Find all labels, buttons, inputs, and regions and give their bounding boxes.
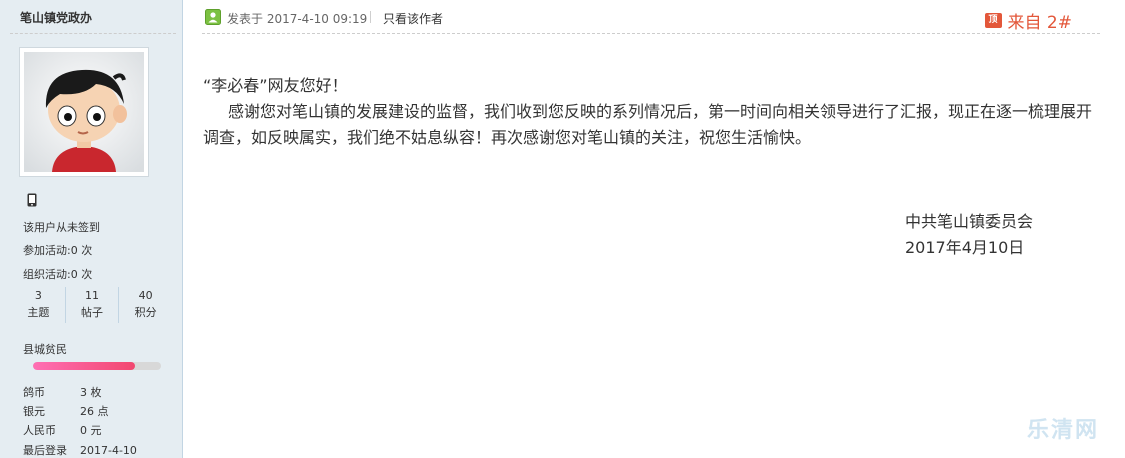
detail-value: 26 点 — [80, 405, 109, 418]
signature-date: 2017年4月10日 — [905, 238, 1025, 257]
online-status-icon — [205, 9, 221, 25]
user-panel: 笔山镇党政办 该用户从未签到 参加活动:0 次 组织活动:0 次 3 主题 11… — [0, 0, 183, 458]
activities-organized: 组织活动:0 次 — [23, 268, 93, 281]
stat-threads[interactable]: 3 主题 — [12, 287, 65, 323]
detail-value: 2017-4-10 — [80, 444, 137, 457]
rank-progress-bar — [33, 362, 161, 370]
stat-posts[interactable]: 11 帖子 — [64, 287, 119, 323]
signature-org: 中共笔山镇委员会 — [905, 212, 1034, 231]
stat-value: 11 — [85, 289, 99, 302]
post-greeting: “李必春”网友您好！ — [203, 76, 348, 95]
detail-key: 最后登录 — [23, 444, 67, 457]
divider — [202, 33, 1100, 34]
detail-value: 3 枚 — [80, 386, 102, 399]
stat-label: 主题 — [27, 306, 50, 319]
detail-value: 0 元 — [80, 424, 102, 437]
mobile-phone-icon[interactable] — [27, 193, 37, 207]
detail-row: 鸽币 3 枚 — [23, 384, 102, 400]
detail-row: 最后登录 2017-4-10 — [23, 442, 137, 458]
sign-status: 该用户从未签到 — [23, 221, 100, 234]
activities-joined: 参加活动:0 次 — [23, 244, 93, 257]
stat-points[interactable]: 40 积分 — [118, 287, 172, 323]
user-rank[interactable]: 县城贫民 — [23, 341, 67, 357]
stat-value: 40 — [138, 289, 153, 302]
view-author-only-link[interactable]: 只看该作者 — [383, 10, 443, 27]
detail-key: 人民币 — [23, 424, 56, 437]
divider — [10, 33, 176, 34]
stat-label: 积分 — [134, 306, 157, 319]
detail-row: 银元 26 点 — [23, 403, 109, 419]
avatar[interactable] — [19, 47, 149, 177]
detail-row: 人民币 0 元 — [23, 422, 102, 438]
site-watermark: 乐清网 — [1026, 418, 1099, 443]
divider — [370, 11, 371, 23]
avatar-image — [24, 52, 144, 172]
post-signature: 中共笔山镇委员会 2017年4月10日 — [905, 209, 1033, 261]
username[interactable]: 笔山镇党政办 — [20, 9, 92, 26]
post-header: 发表于 2017-4-10 09:19 只看该作者 顶 来自 2# — [205, 7, 1102, 33]
post-timestamp: 发表于 2017-4-10 09:19 — [227, 12, 368, 26]
floor-number-link[interactable]: 来自 2# — [1008, 8, 1072, 33]
post-paragraph: 感谢您对笔山镇的发展建设的监督，我们收到您反映的系列情况后，第一时间向相关领导进… — [203, 102, 1093, 147]
user-stats: 3 主题 11 帖子 40 积分 — [12, 287, 172, 323]
app-top-badge-icon: 顶 — [984, 13, 1002, 28]
detail-key: 银元 — [23, 405, 45, 418]
detail-key: 鸽币 — [23, 386, 45, 399]
stat-label: 帖子 — [81, 306, 103, 319]
stat-value: 3 — [34, 289, 42, 302]
post-floor: 顶 来自 2# — [984, 8, 1072, 33]
post-content: “李必春”网友您好！ 感谢您对笔山镇的发展建设的监督，我们收到您反映的系列情况后… — [203, 73, 1103, 151]
rank-progress-fill — [33, 362, 136, 370]
